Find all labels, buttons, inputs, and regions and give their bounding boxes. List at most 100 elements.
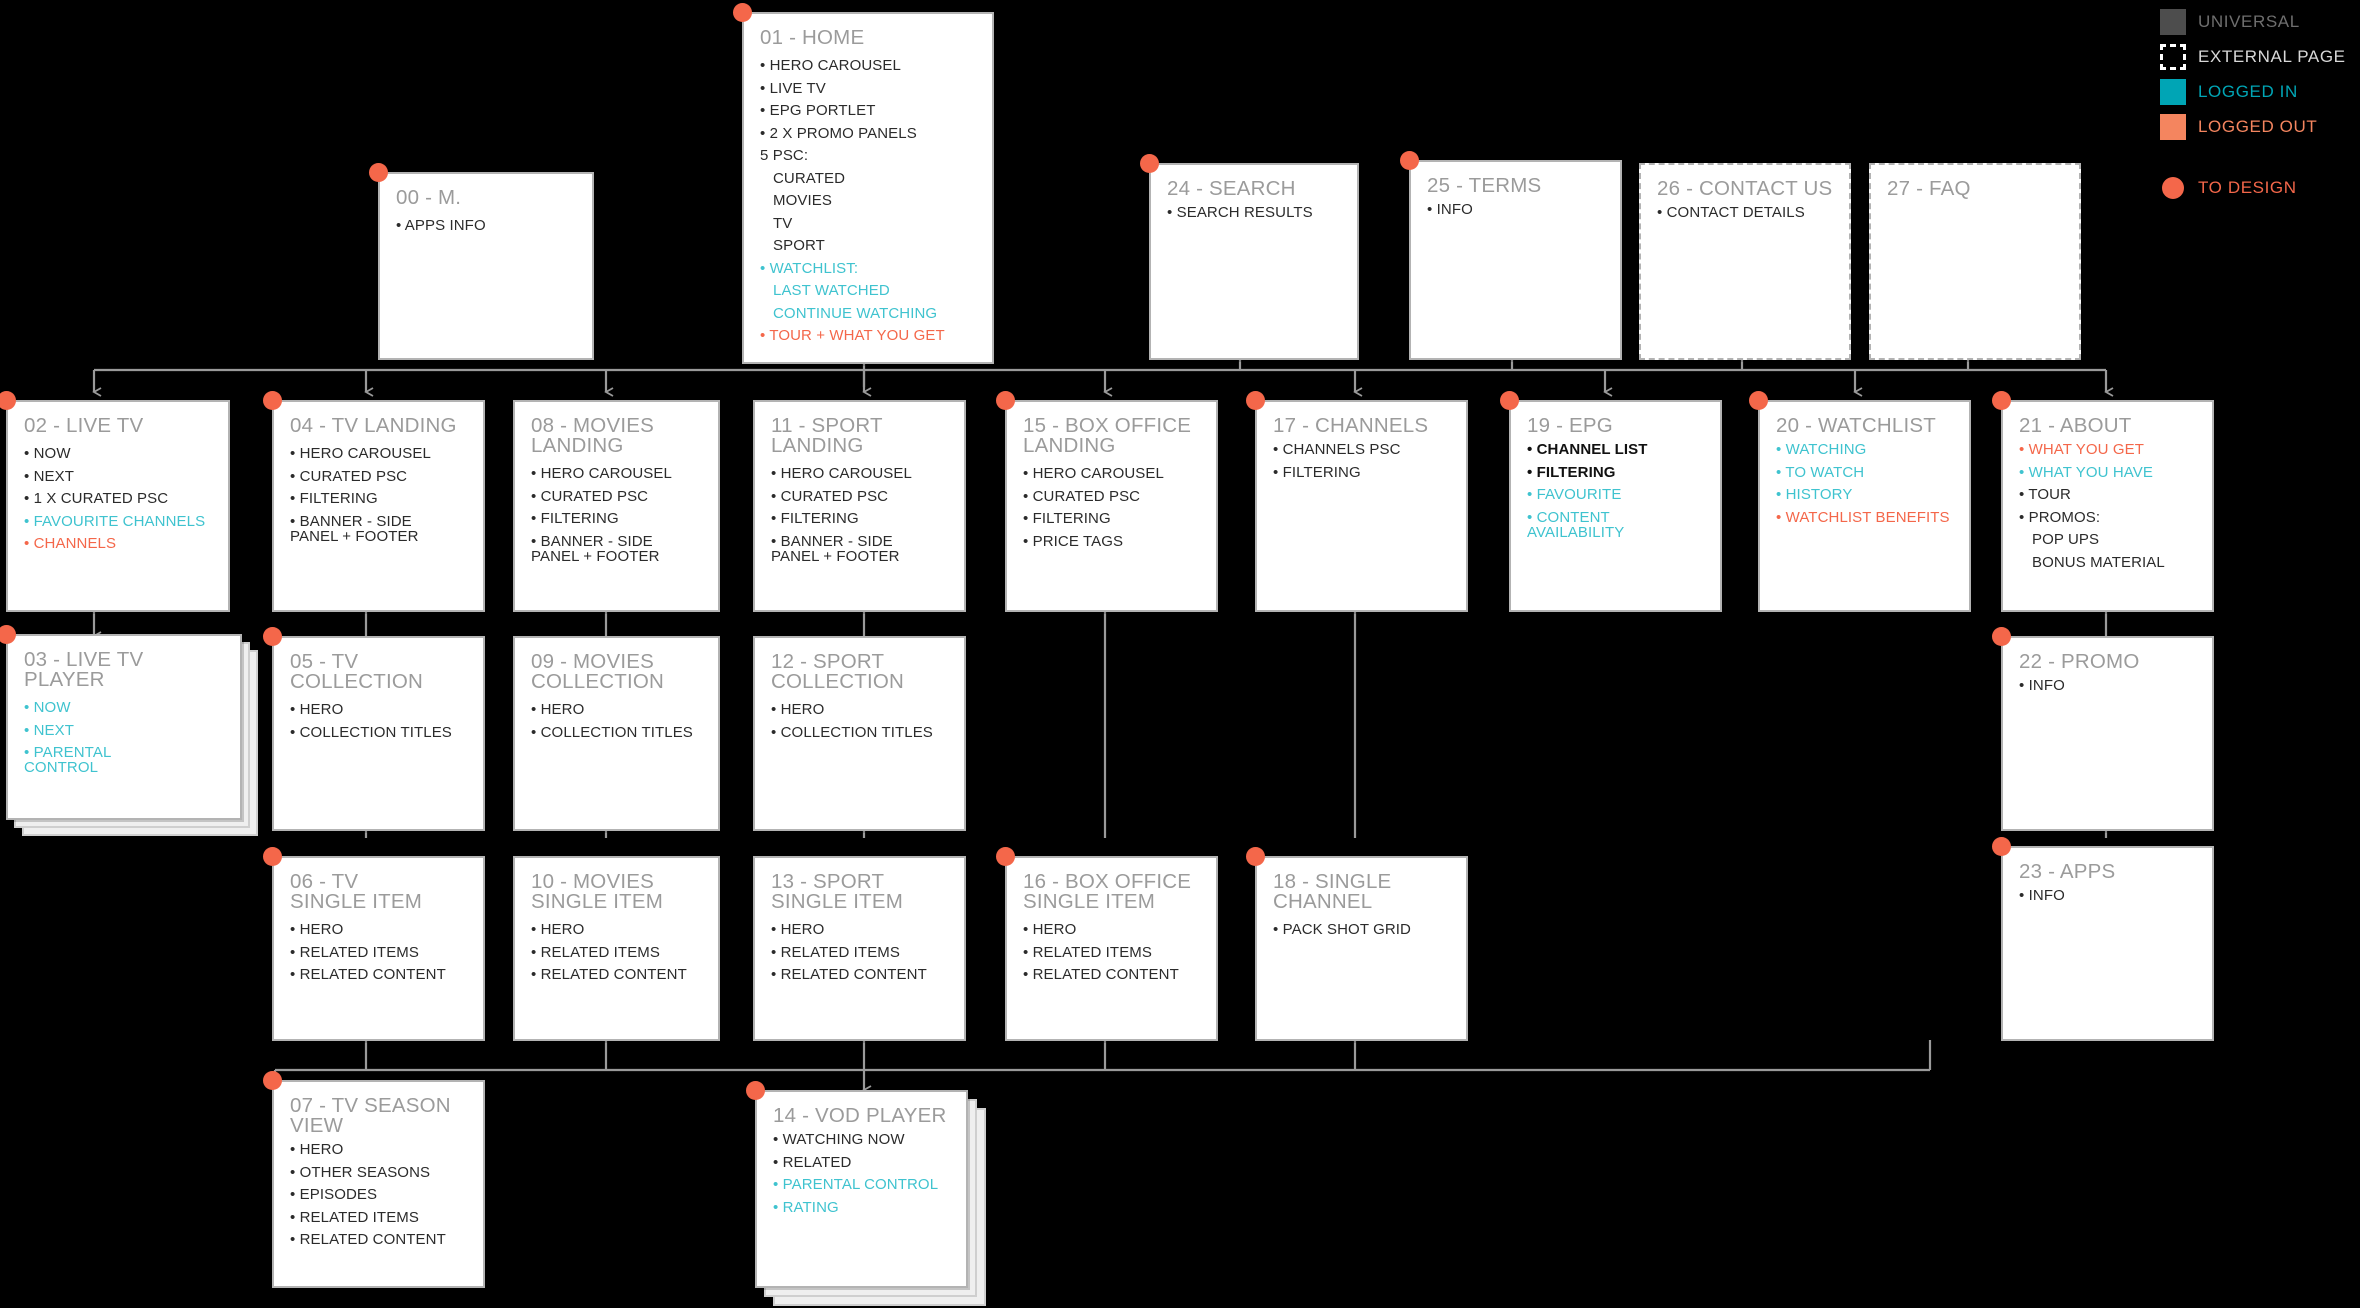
card-03-live-tv-player[interactable]: 03 - LIVE TV PLAYER • NOW • NEXT • PARENTA… xyxy=(6,634,242,820)
card-24-search[interactable]: 24 - SEARCH • SEARCH RESULTS xyxy=(1149,163,1359,360)
legend-spacer xyxy=(2160,148,2360,174)
card-title: 20 - WATCHLIST xyxy=(1776,414,1936,437)
card-title: 15 - BOX OFFICE LANDING xyxy=(1023,414,1192,457)
card-list-item: • RELATED CONTENT xyxy=(290,966,446,983)
card-title: 16 - BOX OFFICE SINGLE ITEM xyxy=(1023,870,1192,913)
card-list-item: • NOW xyxy=(24,445,71,462)
card-list-item: • CURATED PSC xyxy=(531,487,649,505)
card-title: 00 - M. xyxy=(396,186,462,209)
card-18-single-channel[interactable]: 18 - SINGLE CHANNEL • PACK SHOT GRID xyxy=(1255,856,1468,1041)
card-list-item: POP UPS xyxy=(2032,531,2100,548)
card-title: 22 - PROMO xyxy=(2019,650,2140,673)
card-list-item: • WHAT YOU HAVE xyxy=(2019,463,2153,481)
card-items: • CONTACT DETAILS xyxy=(1657,205,1833,220)
card-title: 13 - SPORT SINGLE ITEM xyxy=(771,870,904,913)
card-list-item: • HERO xyxy=(290,921,344,938)
card-20-watchlist[interactable]: 20 - WATCHLIST • WATCHING • TO WATCH • HIS… xyxy=(1758,400,1971,612)
card-items: • HERO CAROUSEL • CURATED PSC • FILTERING •… xyxy=(771,466,948,564)
to-design-dot-00 xyxy=(369,163,388,182)
card-list-item: • WATCHING xyxy=(1776,441,1867,458)
to-design-dot-01 xyxy=(733,3,752,22)
card-02-live-tv[interactable]: 02 - LIVE TV • NOW • NEXT • 1 X CURATED PS… xyxy=(6,400,230,612)
card-items: • NOW • NEXT • 1 X CURATED PSC • FAVOURITE … xyxy=(24,446,212,551)
card-title: 04 - TV LANDING xyxy=(290,414,457,437)
card-title: 18 - SINGLE CHANNEL xyxy=(1273,870,1392,913)
card-list-item: SPORT xyxy=(773,237,825,254)
sitemap-canvas: UNIVERSAL EXTERNAL PAGE LOGGED IN LOGGED… xyxy=(0,0,2360,1308)
card-19-epg[interactable]: 19 - EPG • CHANNEL LIST • FILTERING • FAVO… xyxy=(1509,400,1722,612)
card-list-item: • RELATED xyxy=(773,1153,852,1171)
card-list-item: • FILTERING xyxy=(1273,463,1361,481)
card-list-item: • WATCHING NOW xyxy=(773,1131,905,1148)
card-items: • HERO • COLLECTION TITLES xyxy=(290,702,467,740)
card-13-sport-single-item[interactable]: 13 - SPORT SINGLE ITEM • HERO • RELATED I… xyxy=(753,856,966,1041)
card-items: • INFO xyxy=(1427,202,1604,217)
card-list-item: • HERO CAROUSEL xyxy=(290,445,431,462)
to-design-dot-25 xyxy=(1400,151,1419,170)
card-title: 09 - MOVIES COLLECTION xyxy=(531,650,664,693)
card-list-item: • WATCHLIST: xyxy=(760,259,859,277)
card-25-terms[interactable]: 25 - TERMS • INFO xyxy=(1409,160,1622,360)
card-list-item: • COLLECTION TITLES xyxy=(531,723,693,741)
card-list-item: • WHAT YOU GET xyxy=(2019,441,2144,458)
card-items: • HERO CAROUSEL • LIVE TV • EPG PORTLET • 2… xyxy=(760,58,976,343)
external-page-swatch-icon xyxy=(2160,44,2186,70)
card-list-item: • NEXT xyxy=(24,721,75,739)
card-title: 27 - FAQ xyxy=(1887,177,1971,200)
card-15-box-office-landing[interactable]: 15 - BOX OFFICE LANDING • HERO CAROUSEL •… xyxy=(1005,400,1218,612)
card-05-tv-collection[interactable]: 05 - TV COLLECTION • HERO • COLLECTION TI… xyxy=(272,636,485,831)
card-07-tv-season-view[interactable]: 07 - TV SEASON VIEW • HERO • OTHER SEASON… xyxy=(272,1080,485,1288)
card-01-home[interactable]: 01 - HOME • HERO CAROUSEL • LIVE TV • EPG … xyxy=(742,12,994,364)
card-list-item: • LIVE TV xyxy=(760,79,826,97)
card-title: 10 - MOVIES SINGLE ITEM xyxy=(531,870,664,913)
card-list-item: • PARENTAL CONTROL xyxy=(24,744,112,776)
legend-row-logged-out: LOGGED OUT xyxy=(2160,113,2360,141)
to-design-dot-18 xyxy=(1246,847,1265,866)
to-design-dot-15 xyxy=(996,391,1015,410)
card-title: 01 - HOME xyxy=(760,26,865,49)
card-list-item: • TOUR xyxy=(2019,486,2071,503)
card-list-item: LAST WATCHED xyxy=(773,282,890,299)
card-10-movies-single-item[interactable]: 10 - MOVIES SINGLE ITEM • HERO • RELATED … xyxy=(513,856,720,1041)
card-06-tv-single-item[interactable]: 06 - TV SINGLE ITEM • HERO • RELATED ITEM… xyxy=(272,856,485,1041)
card-23-apps[interactable]: 23 - APPS • INFO xyxy=(2001,846,2214,1041)
card-items: • SEARCH RESULTS xyxy=(1167,205,1341,220)
card-22-promo[interactable]: 22 - PROMO • INFO xyxy=(2001,636,2214,831)
card-00-m[interactable]: 00 - M. • APPS INFO xyxy=(378,172,594,360)
universal-swatch-icon xyxy=(2160,9,2186,35)
card-26-contact-us[interactable]: 26 - CONTACT US • CONTACT DETAILS xyxy=(1639,163,1851,360)
to-design-dot-21 xyxy=(1992,391,2011,410)
card-title: 05 - TV COLLECTION xyxy=(290,650,423,693)
to-design-dot-14 xyxy=(746,1081,765,1100)
card-list-item: • RATING xyxy=(773,1198,839,1216)
card-list-item: • HERO CAROUSEL xyxy=(1023,465,1164,482)
card-09-movies-collection[interactable]: 09 - MOVIES COLLECTION • HERO • COLLECTIO… xyxy=(513,636,720,831)
card-16-box-office-single-item[interactable]: 16 - BOX OFFICE SINGLE ITEM • HERO • RELA… xyxy=(1005,856,1218,1041)
card-list-item: CONTINUE WATCHING xyxy=(773,304,938,322)
logged-in-swatch-icon xyxy=(2160,79,2186,105)
card-21-about[interactable]: 21 - ABOUT • WHAT YOU GET • WHAT YOU HAVE… xyxy=(2001,400,2214,612)
card-list-item: • TOUR + WHAT YOU GET xyxy=(760,327,945,344)
legend-label-external: EXTERNAL PAGE xyxy=(2198,47,2346,66)
card-04-tv-landing[interactable]: 04 - TV LANDING • HERO CAROUSEL • CURATED… xyxy=(272,400,485,612)
card-list-item: • CHANNEL LIST xyxy=(1527,441,1648,458)
card-items: • HERO • COLLECTION TITLES xyxy=(531,702,702,740)
card-11-sport-landing[interactable]: 11 - SPORT LANDING • HERO CAROUSEL • CURA… xyxy=(753,400,966,612)
card-list-item: • NEXT xyxy=(24,467,75,485)
card-12-sport-collection[interactable]: 12 - SPORT COLLECTION • HERO • COLLECTION… xyxy=(753,636,966,831)
legend-row-to-design: TO DESIGN xyxy=(2160,174,2360,202)
to-design-dot-19 xyxy=(1500,391,1519,410)
card-list-item: • CHANNELS xyxy=(24,535,117,552)
to-design-dot-20 xyxy=(1749,391,1768,410)
card-list-item: • 2 X PROMO PANELS xyxy=(760,124,917,142)
card-08-movies-landing[interactable]: 08 - MOVIES LANDING • HERO CAROUSEL • CUR… xyxy=(513,400,720,612)
card-list-item: • HERO CAROUSEL xyxy=(771,465,912,482)
card-27-faq[interactable]: 27 - FAQ xyxy=(1869,163,2081,360)
card-14-vod-player[interactable]: 14 - VOD PLAYER • WATCHING NOW • RELATED •… xyxy=(755,1090,968,1288)
card-list-item: • RELATED ITEMS xyxy=(771,943,900,961)
to-design-dot-17 xyxy=(1246,391,1265,410)
card-title: 12 - SPORT COLLECTION xyxy=(771,650,904,693)
legend-label-universal: UNIVERSAL xyxy=(2198,12,2300,31)
card-17-channels[interactable]: 17 - CHANNELS • CHANNELS PSC • FILTERING xyxy=(1255,400,1468,612)
card-list-item: • PROMOS: xyxy=(2019,508,2101,526)
